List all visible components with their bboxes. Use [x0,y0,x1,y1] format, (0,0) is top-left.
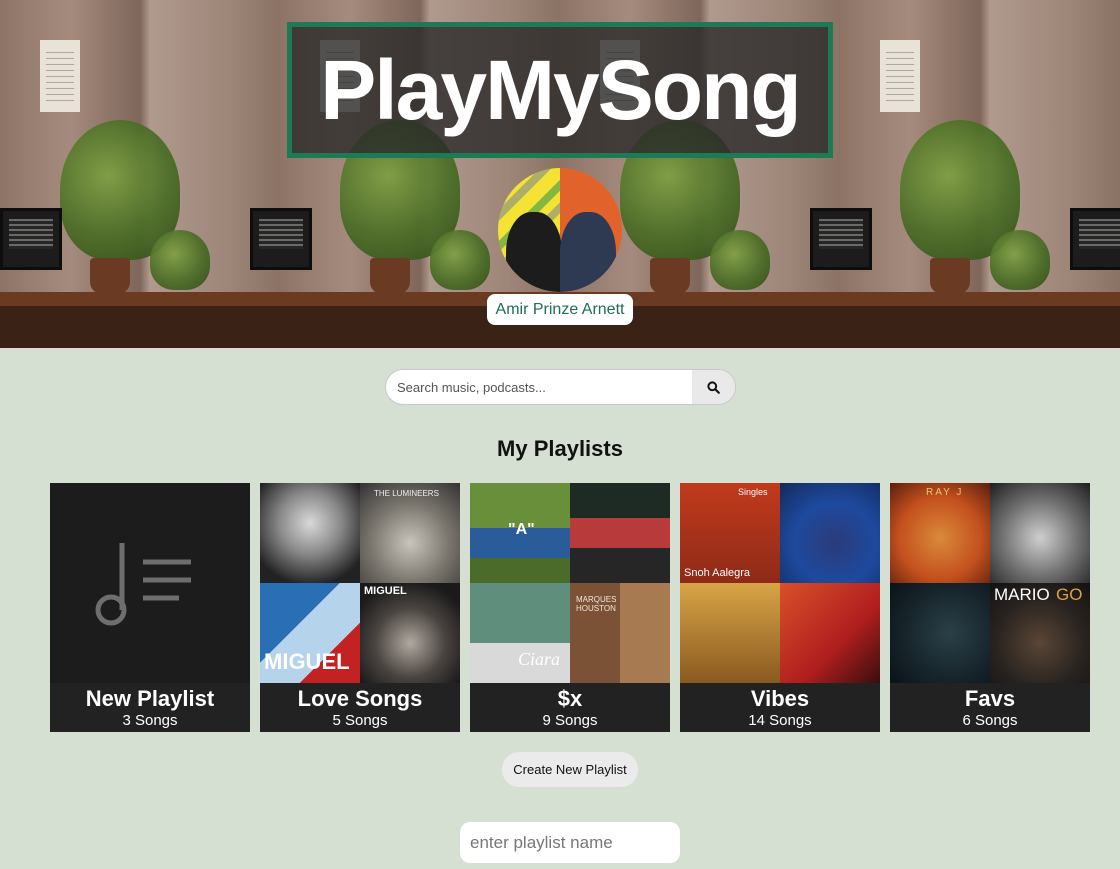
create-playlist-button[interactable]: Create New Playlist [502,752,638,787]
music-note-list-icon [95,543,191,626]
search-icon [707,380,720,394]
album-cover: "A" [470,483,570,583]
playlist-cover: RAY J MARIO GO [890,483,1090,683]
wall-calendar [40,40,80,112]
search-bar [385,369,736,405]
album-text: Snoh Aalegra [684,567,751,579]
album-text: Ciara [518,649,561,669]
playlist-cover [50,483,250,683]
wall-calendar [880,40,920,112]
plant-pot [90,258,130,294]
album-text: THE LUMINEERS [374,489,439,498]
plant [430,230,490,290]
playlists-heading: My Playlists [497,436,623,461]
plant-pot [370,258,410,294]
playlist-card-favs[interactable]: RAY J MARIO GO Favs 6 Songs [890,483,1090,732]
playlist-card-new-playlist[interactable]: New Playlist 3 Songs [50,483,250,732]
avatar-person [560,212,616,292]
album-cover [260,483,360,583]
search-button[interactable] [692,370,735,404]
album-cover [780,483,880,583]
album-text: GO [1056,585,1083,604]
avatar-person [506,212,562,292]
plant-pot [650,258,690,294]
album-cover: MIGUEL [360,583,460,683]
user-avatar[interactable] [498,168,622,292]
plant-pot [930,258,970,294]
album-cover [570,483,670,583]
album-cover: MIGUEL [260,583,360,683]
laptop [1070,208,1120,270]
album-cover: MARIO GO [990,583,1090,683]
playlist-cover: "A" Ciara MARQUES HOUSTON [470,483,670,683]
playlist-song-count: 14 Songs [748,712,812,729]
album-cover [680,583,780,683]
playlist-name: New Playlist [85,686,215,711]
playlist-song-count: 9 Songs [542,712,598,729]
playlist-name-input[interactable] [460,822,680,863]
playlist-name: Favs [964,686,1016,711]
playlist-name: Vibes [750,686,810,711]
laptop [810,208,872,270]
album-cover: MARQUES HOUSTON [570,583,670,683]
plant [990,230,1050,290]
playlist-cover: THE LUMINEERS MIGUEL MIGUEL [260,483,460,683]
album-text: MARQUES HOUSTON [576,595,617,613]
search-input[interactable] [386,370,692,404]
laptop [0,208,62,270]
album-text: MARIO [994,585,1050,604]
plant [710,230,770,290]
playlist-card-love-songs[interactable]: THE LUMINEERS MIGUEL MIGUEL Love Songs 5… [260,483,460,732]
album-cover [990,483,1090,583]
plant [150,230,210,290]
playlist-song-count: 6 Songs [962,712,1018,729]
album-text: Singles [738,487,768,497]
album-cover: Ciara [470,583,570,683]
album-cover [780,583,880,683]
playlist-song-count: 5 Songs [332,712,388,729]
playlist-name: Love Songs [297,686,423,711]
user-name-badge[interactable]: Amir Prinze Arnett [487,294,633,325]
playlist-song-count: 3 Songs [122,712,178,729]
playlist-name: $x [557,686,583,711]
playlist-card-vibes[interactable]: Singles Snoh Aalegra Vibes 14 Songs [680,483,880,732]
playlist-card-sx[interactable]: "A" Ciara MARQUES HOUSTON $x 9 Songs [470,483,670,732]
album-cover: THE LUMINEERS [360,483,460,583]
playlist-cover: Singles Snoh Aalegra [680,483,880,683]
hero-banner: PlayMySong Amir Prinze Arnett [0,0,1120,348]
album-text: "A" [508,521,535,538]
album-text: RAY J [926,487,964,498]
user-name: Amir Prinze Arnett [495,300,625,318]
album-text: MIGUEL [264,649,350,674]
album-text: MIGUEL [364,585,407,597]
app-title-box: PlayMySong [287,22,833,158]
app-title: PlayMySong [320,42,801,137]
album-cover: Singles Snoh Aalegra [680,483,780,583]
laptop [250,208,312,270]
album-cover [890,583,990,683]
album-cover: RAY J [890,483,990,583]
